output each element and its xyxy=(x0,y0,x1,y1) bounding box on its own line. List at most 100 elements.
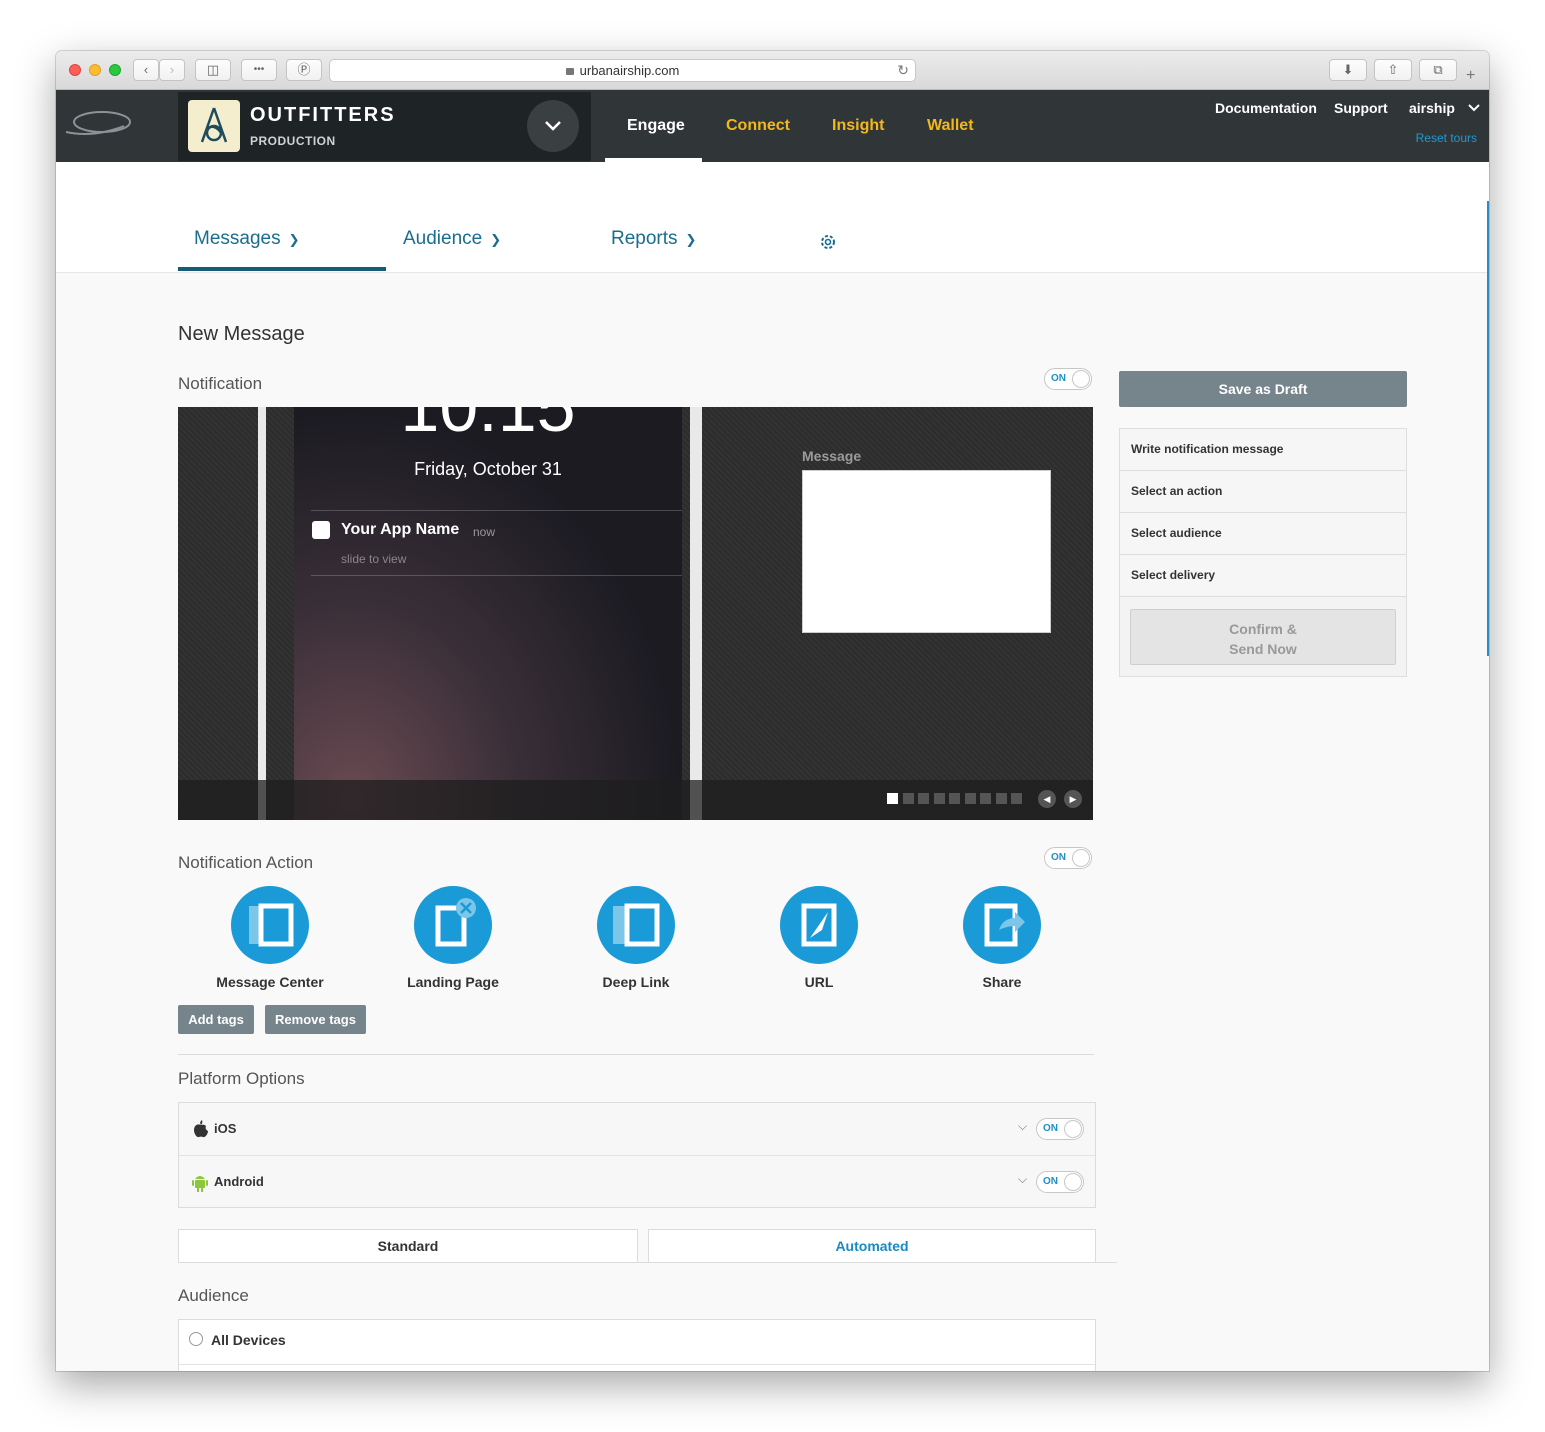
section-divider xyxy=(178,1054,1094,1055)
app-switcher[interactable]: OUTFITTERS PRODUCTION xyxy=(178,92,591,161)
notification-preview: 10:15 Friday, October 31 Your App Name n… xyxy=(178,407,1093,820)
pager-dot[interactable] xyxy=(980,793,991,804)
brand-name: OUTFITTERS xyxy=(250,104,396,126)
minimize-window-button[interactable] xyxy=(89,64,101,76)
support-link[interactable]: Support xyxy=(1334,100,1388,116)
remove-tags-button[interactable]: Remove tags xyxy=(265,1005,366,1034)
new-tab-icon[interactable]: + xyxy=(1466,67,1475,85)
platform-options-heading: Platform Options xyxy=(178,1069,305,1088)
lock-date: Friday, October 31 xyxy=(414,459,562,479)
airship-logo-icon[interactable] xyxy=(64,108,132,140)
extensions-icon[interactable]: ••• xyxy=(241,59,277,81)
back-icon[interactable]: ‹ xyxy=(133,59,159,81)
reset-tours-link[interactable]: Reset tours xyxy=(1416,131,1477,145)
audience-options: All Devices xyxy=(178,1319,1096,1371)
lock-screen: 10:15 Friday, October 31 Your App Name n… xyxy=(294,407,682,820)
brand-environment: PRODUCTION xyxy=(250,134,336,148)
chevron-down-icon xyxy=(1468,104,1480,112)
platform-row-ios[interactable]: iOS ⌵ ON xyxy=(179,1103,1095,1156)
action-message-center[interactable]: Message Center xyxy=(195,886,345,990)
action-share[interactable]: Share xyxy=(927,886,1077,990)
pager-dot[interactable] xyxy=(996,793,1007,804)
confirm-send-button[interactable]: Confirm & Send Now xyxy=(1130,609,1396,665)
lock-icon xyxy=(565,68,574,75)
pager-dot[interactable] xyxy=(887,793,898,804)
url-compass-icon xyxy=(780,886,858,964)
previous-arrow-icon[interactable]: ◀ xyxy=(1038,790,1056,808)
documentation-link[interactable]: Documentation xyxy=(1215,100,1317,116)
user-name: airship xyxy=(1409,100,1455,116)
notification-time: now xyxy=(473,525,496,539)
page-title: New Message xyxy=(178,323,305,345)
step-select-action[interactable]: Select an action xyxy=(1120,471,1406,513)
android-toggle[interactable]: ON xyxy=(1036,1171,1084,1193)
zoom-window-button[interactable] xyxy=(109,64,121,76)
message-input[interactable] xyxy=(802,470,1051,633)
nav-wallet[interactable]: Wallet xyxy=(927,117,974,135)
pinterest-icon[interactable]: Ⓟ xyxy=(286,59,322,81)
app-header: OUTFITTERS PRODUCTION Engage Connect Ins… xyxy=(56,90,1489,162)
next-arrow-icon[interactable]: ▶ xyxy=(1064,790,1082,808)
chevron-down-icon[interactable]: ⌵ xyxy=(1018,1119,1027,1134)
message-center-icon xyxy=(231,886,309,964)
audience-heading: Audience xyxy=(178,1286,249,1305)
subnav-messages[interactable]: Messages ❯ xyxy=(194,228,300,250)
action-landing-page[interactable]: Landing Page xyxy=(378,886,528,990)
forward-icon[interactable]: › xyxy=(159,59,185,81)
step-select-delivery[interactable]: Select delivery xyxy=(1120,555,1406,597)
subnav-reports[interactable]: Reports ❯ xyxy=(611,228,696,250)
save-as-draft-button[interactable]: Save as Draft xyxy=(1119,371,1407,407)
pager-dot[interactable] xyxy=(965,793,976,804)
browser-window: ‹ › ◫ ••• Ⓟ urbanairship.com ↻ ⬇ ⇧ ⧉ + O… xyxy=(56,51,1489,1371)
tab-baseline xyxy=(178,1262,1117,1263)
gear-icon[interactable] xyxy=(818,232,838,252)
action-deep-link[interactable]: Deep Link xyxy=(561,886,711,990)
app-switcher-chevron-icon[interactable] xyxy=(527,100,579,152)
share-action-icon xyxy=(963,886,1041,964)
step-write-message[interactable]: Write notification message xyxy=(1120,429,1406,471)
tabs-icon[interactable]: ⧉ xyxy=(1419,59,1457,81)
notification-action-toggle[interactable]: ON xyxy=(1044,847,1092,869)
subnav-active-indicator xyxy=(178,267,386,271)
preview-pager: ◀ ▶ xyxy=(178,780,1093,820)
android-icon xyxy=(192,1176,208,1192)
message-steps: Write notification message Select an act… xyxy=(1119,428,1407,677)
reload-icon[interactable]: ↻ xyxy=(897,60,909,81)
address-bar[interactable]: urbanairship.com ↻ xyxy=(329,59,916,82)
user-menu[interactable]: airship xyxy=(1409,100,1481,116)
deep-link-icon xyxy=(597,886,675,964)
landing-page-icon xyxy=(414,886,492,964)
pager-dot[interactable] xyxy=(1011,793,1022,804)
browser-toolbar: ‹ › ◫ ••• Ⓟ urbanairship.com ↻ ⬇ ⇧ ⧉ + xyxy=(56,51,1489,90)
pager-dot[interactable] xyxy=(949,793,960,804)
subnav-audience[interactable]: Audience ❯ xyxy=(403,228,501,250)
phone-frame: 10:15 Friday, October 31 Your App Name n… xyxy=(258,407,698,820)
nav-engage[interactable]: Engage xyxy=(627,117,685,135)
platform-row-android[interactable]: Android ⌵ ON xyxy=(179,1156,1095,1209)
platform-options: iOS ⌵ ON Android ⌵ ON xyxy=(178,1102,1096,1208)
pager-dot[interactable] xyxy=(918,793,929,804)
nav-connect[interactable]: Connect xyxy=(726,117,790,135)
tab-standard[interactable]: Standard xyxy=(178,1229,638,1263)
chevron-down-icon: ❯ xyxy=(685,232,697,247)
all-devices-radio[interactable] xyxy=(189,1332,203,1346)
notification-toggle[interactable]: ON xyxy=(1044,368,1092,390)
step-select-audience[interactable]: Select audience xyxy=(1120,513,1406,555)
action-url[interactable]: URL xyxy=(744,886,894,990)
ios-toggle[interactable]: ON xyxy=(1036,1118,1084,1140)
share-icon[interactable]: ⇧ xyxy=(1374,59,1412,81)
notification-slide-text: slide to view xyxy=(341,552,407,566)
notification-action-heading: Notification Action xyxy=(178,853,314,872)
download-icon[interactable]: ⬇ xyxy=(1329,59,1367,81)
sub-navigation: Messages ❯ Audience ❯ Reports ❯ xyxy=(56,162,1489,273)
sidebar-icon[interactable]: ◫ xyxy=(195,59,231,81)
all-devices-label[interactable]: All Devices xyxy=(211,1332,286,1348)
nav-insight[interactable]: Insight xyxy=(832,117,884,135)
tab-automated[interactable]: Automated xyxy=(648,1229,1096,1263)
close-window-button[interactable] xyxy=(69,64,81,76)
pager-dot[interactable] xyxy=(903,793,914,804)
notification-heading: Notification xyxy=(178,374,263,393)
add-tags-button[interactable]: Add tags xyxy=(178,1005,254,1034)
pager-dot[interactable] xyxy=(934,793,945,804)
chevron-down-icon[interactable]: ⌵ xyxy=(1018,1172,1027,1187)
